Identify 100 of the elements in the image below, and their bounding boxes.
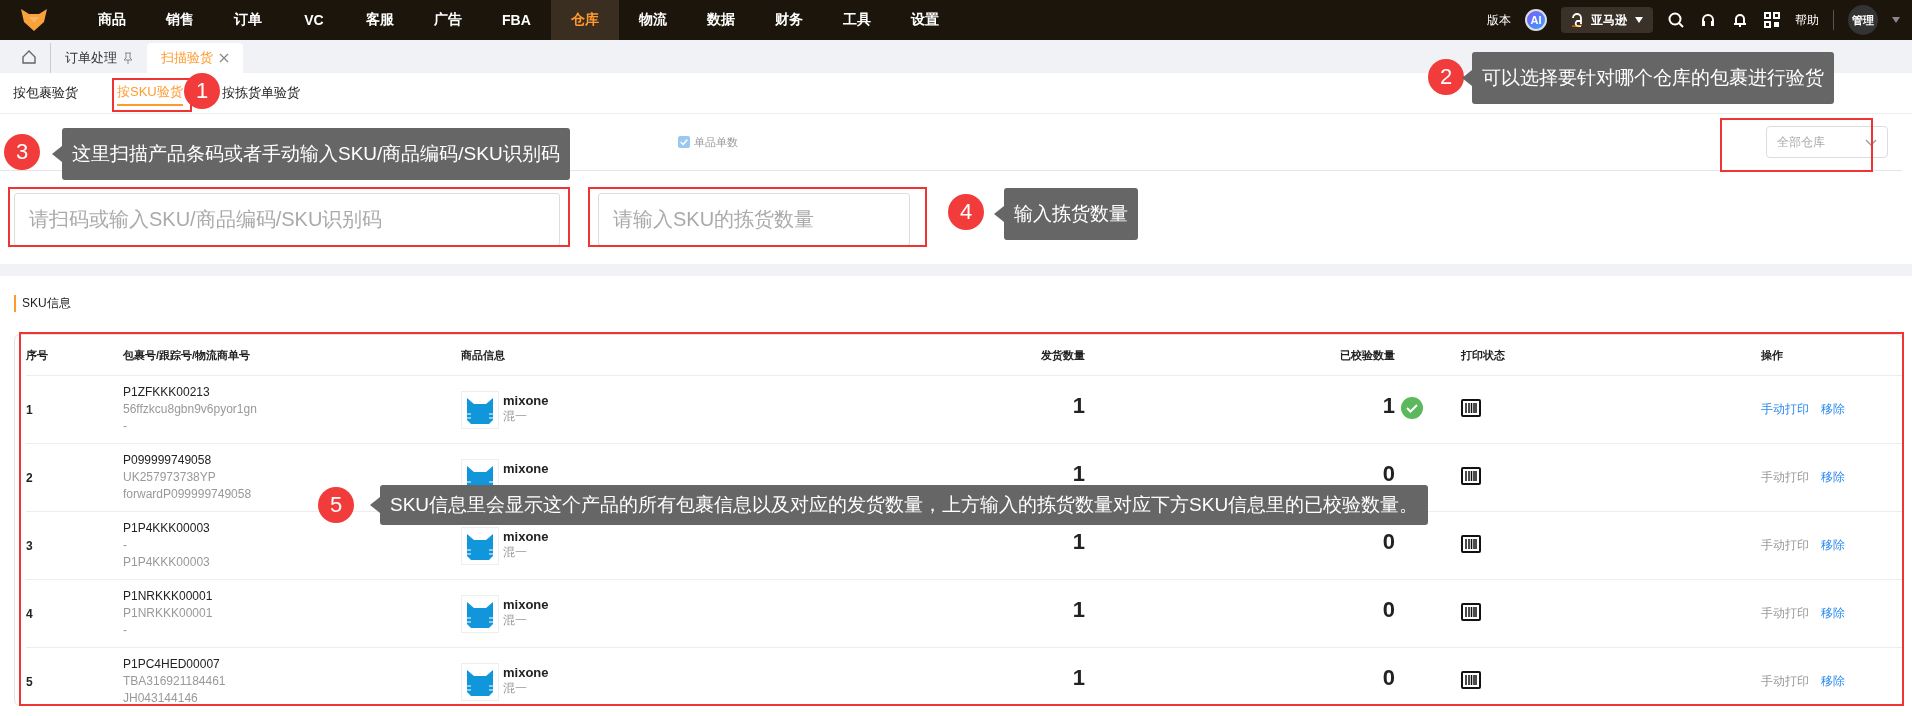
barcode-icon[interactable]: [1461, 602, 1481, 622]
nav-item[interactable]: FBA: [482, 0, 551, 40]
user-avatar[interactable]: 管理: [1848, 5, 1878, 35]
barcode-icon[interactable]: [1461, 670, 1481, 690]
package-number: -: [123, 418, 128, 435]
remove-link[interactable]: 移除: [1821, 469, 1845, 486]
row-index: 5: [26, 675, 33, 689]
scan-input-field[interactable]: 请扫码或输入SKU/商品编码/SKU识别码: [14, 193, 560, 246]
package-number: P1ZFKKK00213: [123, 384, 211, 401]
callout-tooltip: 这里扫描产品条码或者手动输入SKU/商品编码/SKU识别码: [52, 128, 570, 180]
row-index: 1: [26, 403, 33, 417]
remove-link[interactable]: 移除: [1821, 605, 1845, 622]
nav-item[interactable]: 广告: [414, 0, 482, 40]
package-number: UK257973738YP: [123, 469, 217, 486]
nav-item[interactable]: 数据: [686, 0, 755, 40]
bell-icon[interactable]: [1731, 11, 1749, 29]
callout-tooltip: 可以选择要针对哪个仓库的包裹进行验货: [1462, 52, 1834, 104]
nav-item[interactable]: 客服: [346, 0, 414, 40]
checked-quantity: 0: [1382, 664, 1395, 690]
cat-thumbnail-icon: [461, 390, 499, 429]
package-number: -: [123, 622, 128, 639]
column-header: 商品信息: [461, 348, 505, 361]
cat-thumbnail-icon: [461, 662, 499, 701]
column-header: 已校验数量: [1340, 348, 1395, 361]
manual-print-link[interactable]: 手动打印: [1761, 401, 1809, 418]
package-number: forwardP099999749058: [123, 486, 253, 503]
package-number: P1NRKKK00001: [123, 588, 214, 605]
product-alias: 混一: [503, 611, 528, 629]
quantity-input-field[interactable]: 请输入SKU的拣货数量: [598, 193, 910, 246]
mode-tab[interactable]: 按拣货单验货: [221, 80, 300, 106]
product-name: mixone: [503, 460, 549, 476]
column-header: 操作: [1761, 348, 1783, 361]
headset-icon[interactable]: [1699, 11, 1717, 29]
package-number: P1PC4HED00007: [123, 656, 221, 673]
row-index: 3: [26, 539, 33, 553]
nav-item[interactable]: 销售: [146, 0, 214, 40]
shipped-quantity: 1: [1072, 392, 1085, 418]
nav-item[interactable]: 订单: [214, 0, 282, 40]
nav-item[interactable]: 设置: [890, 0, 959, 40]
column-header: 打印状态: [1461, 348, 1505, 361]
caret-icon: [1635, 17, 1643, 23]
package-number: P1P4KKK00003: [123, 520, 211, 537]
callout-tooltip: 输入拣货数量: [994, 188, 1138, 240]
product-alias: 混一: [503, 679, 528, 697]
store-icon: [1571, 13, 1583, 27]
nav-item[interactable]: 仓库: [550, 0, 619, 40]
barcode-icon[interactable]: [1461, 466, 1481, 486]
pin-icon[interactable]: [123, 52, 133, 64]
shipped-quantity: 1: [1072, 528, 1085, 554]
product-name: mixone: [503, 596, 549, 612]
close-icon[interactable]: [219, 53, 229, 63]
product-alias: 混一: [503, 407, 528, 425]
nav-item[interactable]: 物流: [618, 0, 687, 40]
column-header: 序号: [26, 348, 48, 361]
help-link[interactable]: 帮助: [1795, 11, 1819, 29]
step-badge: 1: [184, 73, 220, 109]
checkbox[interactable]: [678, 136, 690, 148]
logo-icon: [20, 8, 48, 32]
step-badge: 2: [1428, 59, 1464, 95]
shipped-quantity: 1: [1072, 596, 1085, 622]
product-name: mixone: [503, 528, 549, 544]
package-number: JH043144146: [123, 690, 199, 705]
product-alias: 混一: [503, 543, 528, 561]
package-number: P1P4KKK00003: [123, 554, 211, 571]
shipped-quantity: 1: [1072, 460, 1085, 486]
checkbox-label: 单品单数: [694, 134, 738, 150]
package-number: P1NRKKK00001: [123, 605, 214, 622]
barcode-icon[interactable]: [1461, 534, 1481, 554]
step-badge: 3: [4, 134, 40, 170]
version-link[interactable]: 版本: [1487, 11, 1511, 29]
remove-link[interactable]: 移除: [1821, 401, 1845, 418]
row-index: 2: [26, 471, 33, 485]
checked-quantity: 0: [1382, 528, 1395, 554]
callout-tooltip: SKU信息里会显示这个产品的所有包裹信息以及对应的发货数量，上方输入的拣货数量对应下方SKU信息里的已校验数量。: [370, 485, 1429, 525]
package-number: P099999749058: [123, 452, 213, 469]
product-name: mixone: [503, 664, 549, 680]
column-header: 发货数量: [1041, 348, 1085, 361]
nav-item[interactable]: 商品: [78, 0, 146, 40]
grid-icon[interactable]: [1763, 11, 1781, 29]
remove-link[interactable]: 移除: [1821, 673, 1845, 690]
caret-icon[interactable]: [1892, 17, 1900, 23]
step-badge: 4: [948, 194, 984, 230]
package-number: TBA316921184461: [123, 673, 227, 690]
cat-thumbnail-icon: [461, 594, 499, 633]
store-dropdown[interactable]: 亚马逊: [1561, 7, 1653, 33]
checked-quantity: 0: [1382, 596, 1395, 622]
home-icon[interactable]: [22, 50, 36, 64]
step-badge: 5: [318, 487, 354, 523]
section-title: SKU信息: [14, 294, 71, 312]
mode-tab[interactable]: 按包裹验货: [13, 80, 78, 106]
nav-item[interactable]: 财务: [754, 0, 823, 40]
nav-item[interactable]: 工具: [822, 0, 891, 40]
remove-link[interactable]: 移除: [1821, 537, 1845, 554]
ai-button[interactable]: AI: [1525, 9, 1547, 31]
chevron-down-icon: [1865, 138, 1877, 146]
nav-item[interactable]: VC: [282, 0, 346, 40]
search-icon[interactable]: [1667, 11, 1685, 29]
product-name: mixone: [503, 392, 549, 408]
barcode-icon[interactable]: [1461, 398, 1481, 418]
row-index: 4: [26, 607, 33, 621]
